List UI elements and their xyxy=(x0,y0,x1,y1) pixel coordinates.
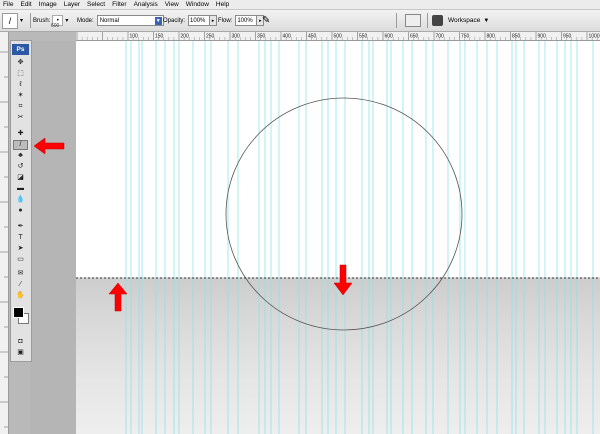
toolbox: Ps ✥ ⬚ ℓ ✶ ⌗ ✂ ✚ / ♣ ↺ ◪ ▬ 💧 ● ✒ T ➤ ▭ ✉… xyxy=(10,40,32,362)
menu-edit[interactable]: Edit xyxy=(17,0,35,9)
opacity-slider-button[interactable]: ▸ xyxy=(210,15,218,26)
marquee-tool-icon[interactable]: ⬚ xyxy=(13,69,28,79)
menu-image[interactable]: Image xyxy=(36,0,61,9)
dodge-tool-icon[interactable]: ● xyxy=(13,206,28,216)
divider xyxy=(30,13,31,28)
ruler-label: 300 xyxy=(232,34,241,40)
palette-well-icon xyxy=(405,14,421,27)
ruler-label: 350 xyxy=(257,34,266,40)
divider xyxy=(427,13,428,28)
screen-mode-icon[interactable]: ▣ xyxy=(13,348,28,358)
chevron-down-icon: ▼ xyxy=(483,17,490,24)
menu-analysis[interactable]: Analysis xyxy=(131,0,162,9)
ruler-ticks xyxy=(0,51,8,428)
ruler-horizontal[interactable]: 100 150 200 250 300 350 400 450 500 550 600 650 700 7… xyxy=(76,32,600,41)
mode-control: Mode: Normal ▼ xyxy=(77,10,164,31)
notes-tool-icon[interactable]: ✉ xyxy=(13,269,28,279)
airbrush-icon[interactable]: ✎ xyxy=(262,10,270,31)
mode-value: Normal xyxy=(99,17,120,24)
pasteboard xyxy=(30,41,76,434)
type-tool-icon[interactable]: T xyxy=(13,233,28,243)
ruler-label: 600 xyxy=(385,34,394,40)
document-canvas[interactable] xyxy=(76,41,600,434)
brush-icon: / xyxy=(2,12,18,29)
divider xyxy=(396,13,397,28)
selection-layer xyxy=(76,97,600,331)
foreground-color-swatch[interactable] xyxy=(13,307,24,318)
brush-size-value: 600 xyxy=(51,23,60,29)
ruler-label: 200 xyxy=(181,34,190,40)
eyedropper-tool-icon[interactable]: ⁄ xyxy=(13,280,28,290)
palette-well-button[interactable] xyxy=(402,10,424,31)
workspace-button[interactable]: Workspace ▼ xyxy=(432,10,489,31)
menu-view[interactable]: View xyxy=(162,0,183,9)
opacity-control: Opacity: 100% ▸ xyxy=(163,10,218,31)
ruler-label: 1000 xyxy=(589,34,600,40)
ruler-label: 550 xyxy=(359,34,368,40)
menu-help[interactable]: Help xyxy=(213,0,233,9)
workspace-icon xyxy=(432,15,443,26)
menu-file[interactable]: File xyxy=(0,0,17,9)
history-brush-tool-icon[interactable]: ↺ xyxy=(13,162,28,172)
brush-tool-icon[interactable]: / xyxy=(13,140,28,150)
clone-stamp-tool-icon[interactable]: ♣ xyxy=(13,151,28,161)
ruler-label: 850 xyxy=(512,34,521,40)
path-selection-tool-icon[interactable]: ➤ xyxy=(13,244,28,254)
eraser-tool-icon[interactable]: ◪ xyxy=(13,173,28,183)
menu-bar: File Edit Image Layer Select Filter Anal… xyxy=(0,0,600,10)
flow-control: Flow: 100% ▸ xyxy=(218,10,265,31)
chevron-down-icon: ▼ xyxy=(154,16,162,25)
blur-tool-icon[interactable]: 💧 xyxy=(13,195,28,205)
arrow-down-icon xyxy=(333,264,353,296)
flow-label: Flow: xyxy=(218,17,233,24)
spot-healing-tool-icon[interactable]: ✚ xyxy=(13,129,28,139)
flow-input[interactable]: 100% xyxy=(235,15,258,26)
ruler-label: 450 xyxy=(308,34,317,40)
ruler-ticks: 100 150 200 250 300 350 400 450 500 550 600 650 700 7… xyxy=(76,32,600,40)
move-tool-icon[interactable]: ✥ xyxy=(13,58,28,68)
ruler-label: 250 xyxy=(206,34,215,40)
slice-tool-icon[interactable]: ✂ xyxy=(13,113,28,123)
hand-tool-icon[interactable]: ✋ xyxy=(13,291,28,301)
arrow-up-icon xyxy=(108,282,128,312)
ruler-label: 900 xyxy=(538,34,547,40)
arrow-left-icon xyxy=(33,137,65,155)
shape-tool-icon[interactable]: ▭ xyxy=(13,255,28,265)
lasso-tool-icon[interactable]: ℓ xyxy=(13,80,28,90)
mode-select[interactable]: Normal ▼ xyxy=(96,15,164,26)
opacity-label: Opacity: xyxy=(163,17,186,24)
menu-window[interactable]: Window xyxy=(183,0,213,9)
chevron-down-icon: ▾ xyxy=(65,18,69,24)
gradient-tool-icon[interactable]: ▬ xyxy=(13,184,28,194)
ruler-label: 100 xyxy=(130,34,139,40)
ruler-label: 400 xyxy=(283,34,292,40)
ruler-label: 500 xyxy=(334,34,343,40)
ruler-vertical[interactable] xyxy=(0,32,9,434)
tool-preset-picker[interactable]: / ▾ xyxy=(2,10,28,31)
quick-mask-icon[interactable]: ◘ xyxy=(13,337,28,347)
ruler-label: 800 xyxy=(487,34,496,40)
menu-select[interactable]: Select xyxy=(84,0,109,9)
pen-tool-icon[interactable]: ✒ xyxy=(13,222,28,232)
menu-layer[interactable]: Layer xyxy=(61,0,84,9)
ruler-label: 750 xyxy=(461,34,470,40)
ruler-label: 950 xyxy=(563,34,572,40)
workspace-label: Workspace xyxy=(448,17,481,24)
mode-label: Mode: xyxy=(77,17,94,24)
crop-tool-icon[interactable]: ⌗ xyxy=(13,102,28,112)
menu-filter[interactable]: Filter xyxy=(109,0,130,9)
options-bar: / ▾ Brush: • ▾ 600 Mode: Normal ▼ Opacit… xyxy=(0,10,600,32)
chevron-down-icon: ▾ xyxy=(20,18,24,24)
photoshop-logo[interactable]: Ps xyxy=(12,44,29,55)
magic-wand-tool-icon[interactable]: ✶ xyxy=(13,91,28,101)
brush-label: Brush: xyxy=(33,17,51,24)
ruler-label: 650 xyxy=(410,34,419,40)
opacity-input[interactable]: 100% xyxy=(188,15,211,26)
ruler-label: 150 xyxy=(155,34,164,40)
ruler-label: 700 xyxy=(436,34,445,40)
